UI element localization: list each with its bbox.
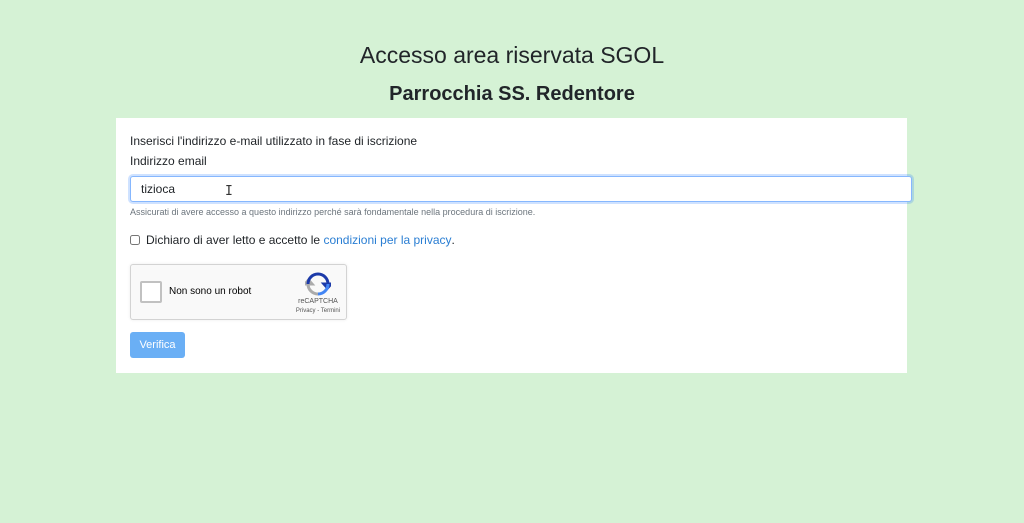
email-help-text: Assicurati di avere accesso a questo ind… xyxy=(130,207,536,217)
privacy-suffix: . xyxy=(451,233,455,247)
recaptcha-logo-icon xyxy=(305,272,331,296)
recaptcha-checkbox[interactable] xyxy=(140,281,162,303)
verify-button[interactable]: Verifica xyxy=(130,332,185,358)
privacy-text: Dichiaro di aver letto e accetto le xyxy=(146,233,321,247)
recaptcha-widget: Non sono un robot reCAPTCHA Privacy - Te… xyxy=(130,264,347,320)
privacy-checkbox[interactable] xyxy=(130,235,140,245)
privacy-link[interactable]: condizioni per la privacy xyxy=(323,233,451,247)
page-subtitle: Parrocchia SS. Redentore xyxy=(389,83,635,105)
login-card: Inserisci l'indirizzo e-mail utilizzato … xyxy=(116,118,912,373)
email-label: Indirizzo email xyxy=(130,154,207,168)
email-input[interactable] xyxy=(130,176,912,202)
recaptcha-brand: reCAPTCHA xyxy=(298,298,338,305)
instructions-text: Inserisci l'indirizzo e-mail utilizzato … xyxy=(130,134,418,148)
page-title: Accesso area riservata SGOL xyxy=(359,42,665,68)
recaptcha-terms-link[interactable]: Privacy - Termini xyxy=(283,308,353,314)
privacy-consent-row: Dichiaro di aver letto e accetto le cond… xyxy=(130,233,455,247)
recaptcha-label: Non sono un robot xyxy=(169,286,252,297)
